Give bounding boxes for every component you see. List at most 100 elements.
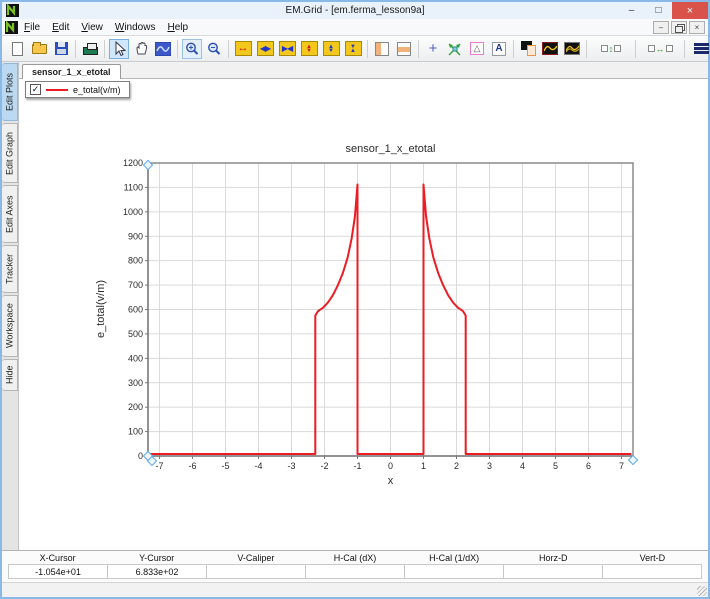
y-tick-label: 300 — [128, 378, 143, 388]
horizontal-panel-icon[interactable] — [394, 39, 414, 59]
sidebar-tab-edit-plots[interactable]: Edit Plots — [2, 63, 18, 121]
legend-line-sample — [46, 88, 68, 91]
axis-handle[interactable] — [627, 454, 639, 466]
menu-help[interactable]: Help — [161, 21, 194, 34]
expand-x-icon[interactable]: ↔ — [233, 39, 253, 59]
legend-label: e_total(v/m) — [73, 84, 121, 95]
y-tick-label: 800 — [128, 256, 143, 266]
y-tick-label: 1200 — [123, 158, 143, 168]
cursor-value-vcaliper — [207, 564, 306, 579]
cursor-value-hcal-dx — [306, 564, 405, 579]
layout-dropdown[interactable]: Layout ▾ — [688, 41, 710, 56]
layout-icon — [694, 43, 709, 54]
pointer-tool-icon[interactable] — [109, 38, 129, 59]
vertical-space-icon[interactable]: ↕ — [591, 39, 631, 59]
axis-handle[interactable] — [142, 159, 154, 171]
y-tick-label: 500 — [128, 329, 143, 339]
cursor-header-y: Y-Cursor — [139, 553, 175, 563]
zoom-in-icon[interactable] — [182, 38, 202, 59]
legend-checkbox[interactable]: ✓ — [30, 84, 41, 95]
y-tick-label: 400 — [128, 353, 143, 363]
window-title: EM.Grid - [em.ferma_lesson9a] — [285, 5, 425, 16]
status-bar — [2, 582, 708, 597]
cursor-value-vertd — [603, 564, 702, 579]
close-button[interactable]: × — [672, 2, 708, 19]
menu-windows[interactable]: Windows — [109, 21, 162, 34]
sidebar-tab-edit-axes[interactable]: Edit Axes — [2, 185, 18, 243]
cursor-header-hcal-dx: H-Cal (dX) — [333, 553, 377, 563]
document-tab-bar: sensor_1_x_etotal — [19, 62, 708, 79]
caliper-icon[interactable]: △ — [467, 39, 487, 59]
x-tick-label: -3 — [288, 461, 296, 471]
document-tab[interactable]: sensor_1_x_etotal — [22, 64, 121, 79]
x-axis-title: x — [387, 475, 394, 487]
cursor-header-horzd: Horz-D — [539, 553, 568, 563]
cursor-header-vertd: Vert-D — [639, 553, 666, 563]
cursor-value-x: -1.054e+01 — [8, 564, 108, 579]
zoom-region-icon[interactable] — [153, 39, 173, 59]
plot-single-icon[interactable] — [540, 39, 560, 59]
horizontal-space-icon[interactable]: ↔ — [640, 39, 680, 59]
center-x-icon[interactable]: ▶◀ — [277, 39, 297, 59]
x-tick-label: 6 — [586, 461, 591, 471]
y-tick-label: 700 — [128, 280, 143, 290]
app-window: EM.Grid - [em.ferma_lesson9a] – □ × File… — [0, 0, 710, 599]
y-tick-label: 1000 — [123, 207, 143, 217]
x-tick-label: -7 — [156, 461, 164, 471]
x-tick-label: -4 — [255, 461, 263, 471]
mdi-restore-button[interactable] — [671, 20, 687, 34]
crosshair-icon[interactable]: + — [423, 39, 443, 59]
plot-multi-icon[interactable] — [562, 39, 582, 59]
main-area: Edit Plots Edit Graph Edit Axes Tracker … — [2, 62, 708, 550]
text-annotation-icon[interactable]: A — [489, 39, 509, 59]
client-area: sensor_1_x_etotal -7 -6 -5 -4 -3 -2 -1 0 1 2 3 4 5 6 7… — [19, 62, 708, 550]
x-tick-label: 7 — [619, 461, 624, 471]
plot-area: -7 -6 -5 -4 -3 -2 -1 0 1 2 3 4 5 6 7 0 100 200 300 400 500 60… — [19, 79, 708, 550]
legend-box[interactable]: ✓ e_total(v/m) — [25, 81, 130, 98]
x-tick-label: 0 — [388, 461, 393, 471]
expand-y-icon[interactable]: ▲ ▼ — [299, 39, 319, 59]
tracker-axes-icon[interactable] — [445, 39, 465, 59]
minimize-button[interactable]: – — [618, 2, 645, 19]
center-y-icon[interactable]: ▼ ▲ — [343, 39, 363, 59]
shrink-x-icon[interactable]: ◀▶ — [255, 39, 275, 59]
mdi-minimize-button[interactable]: – — [653, 20, 669, 34]
menu-bar: File Edit View Windows Help – × — [2, 19, 708, 36]
x-tick-label: 1 — [421, 461, 426, 471]
y-axis-title: e_total(v/m) — [95, 279, 107, 339]
sidebar-tab-workspace[interactable]: Workspace — [2, 295, 18, 357]
sidebar-tab-tracker[interactable]: Tracker — [2, 245, 18, 293]
plot-page-icon[interactable] — [518, 39, 538, 59]
sidebar-tab-edit-graph[interactable]: Edit Graph — [2, 123, 18, 183]
open-file-icon[interactable] — [29, 39, 49, 59]
cursor-value-horzd — [504, 564, 603, 579]
vertical-panel-icon[interactable] — [372, 39, 392, 59]
x-tick-label: -2 — [321, 461, 329, 471]
menu-view[interactable]: View — [75, 21, 109, 34]
menu-edit[interactable]: Edit — [46, 21, 75, 34]
menu-file[interactable]: File — [18, 21, 46, 34]
document-icon — [5, 19, 18, 34]
shrink-y-icon[interactable]: ▲ ▼ — [321, 39, 341, 59]
save-icon[interactable] — [51, 39, 71, 59]
x-tick-label: 3 — [487, 461, 492, 471]
maximize-button[interactable]: □ — [645, 2, 672, 19]
mdi-close-button[interactable]: × — [689, 20, 705, 34]
y-tick-label: 0 — [138, 451, 143, 461]
cursor-header-x: X-Cursor — [39, 553, 76, 563]
cursor-header-hcal-1dx: H-Cal (1/dX) — [429, 553, 480, 563]
y-tick-label: 600 — [128, 305, 143, 315]
x-tick-label: -5 — [222, 461, 230, 471]
toolbar: ↔ ◀▶ ▶◀ ▲ ▼ ▲ ▼ ▼ ▲ + △ A ↕ ↔ — [2, 36, 710, 62]
y-tick-label: 100 — [128, 427, 143, 437]
pan-hand-icon[interactable] — [131, 39, 151, 59]
sidebar-tab-hide[interactable]: Hide — [2, 359, 18, 391]
zoom-out-icon[interactable] — [204, 39, 224, 59]
x-tick-label: -6 — [189, 461, 197, 471]
y-tick-label: 900 — [128, 231, 143, 241]
cursor-header-vcaliper: V-Caliper — [237, 553, 275, 563]
resize-grip[interactable] — [697, 586, 707, 596]
print-icon[interactable] — [80, 39, 100, 59]
x-tick-label: 4 — [520, 461, 525, 471]
new-file-icon[interactable] — [7, 39, 27, 59]
